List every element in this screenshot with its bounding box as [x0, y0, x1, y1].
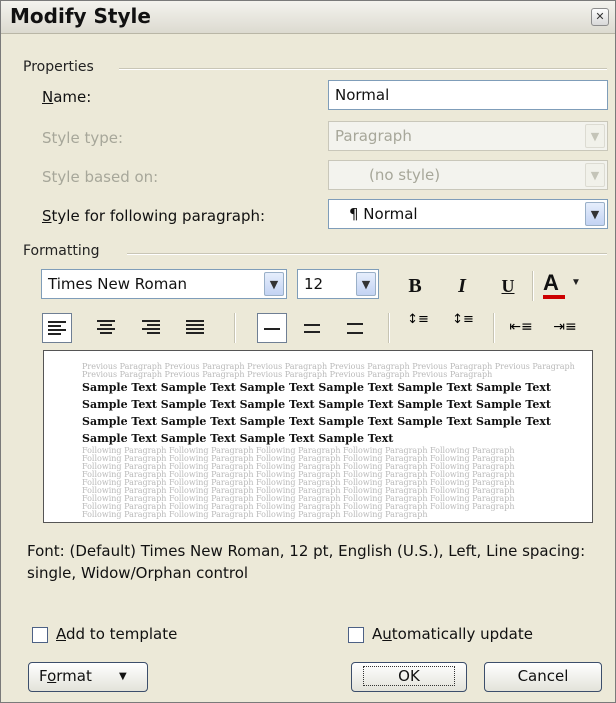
font-name-dropdown[interactable]: Times New Roman ▼: [41, 269, 287, 299]
close-icon[interactable]: ✕: [591, 8, 609, 26]
cancel-button[interactable]: Cancel: [484, 662, 602, 692]
title-bar: Modify Style ✕: [1, 1, 615, 34]
decrease-spacing-icon[interactable]: ↕≡: [448, 313, 478, 343]
font-color-button[interactable]: A ▼: [539, 269, 583, 299]
toolbar-separator: [234, 313, 236, 343]
sample-text-line: Sample Text Sample Text Sample Text Samp…: [82, 432, 394, 445]
formatting-group-label: Formatting: [23, 243, 100, 259]
name-label: Name:: [42, 88, 92, 106]
style-type-value: Paragraph: [335, 127, 412, 145]
chevron-down-icon: ▼: [585, 124, 605, 148]
auto-update-label: Automatically update: [372, 625, 533, 643]
format-button-label: Format: [39, 667, 92, 685]
name-field[interactable]: Normal: [328, 80, 608, 110]
properties-divider: [119, 68, 607, 70]
following-paragraph-label: Style for following paragraph:: [42, 207, 266, 225]
justify-button[interactable]: [181, 313, 211, 343]
based-on-label: Style based on:: [42, 168, 159, 186]
underline-button[interactable]: U: [493, 271, 523, 301]
chevron-down-icon: ▼: [585, 163, 605, 187]
auto-update-checkbox[interactable]: [348, 627, 364, 643]
chevron-down-icon: ▼: [571, 277, 581, 288]
sample-text-line: Sample Text Sample Text Sample Text Samp…: [82, 415, 551, 428]
font-size-dropdown[interactable]: 12 ▼: [297, 269, 379, 299]
align-left-button[interactable]: [42, 313, 72, 343]
increase-indent-icon[interactable]: ⇥≡: [550, 313, 580, 343]
add-to-template-label: Add to template: [56, 625, 178, 643]
ok-button-label: OK: [363, 666, 455, 686]
align-center-button[interactable]: [92, 313, 122, 343]
formatting-divider: [127, 253, 607, 255]
chevron-down-icon: ▼: [264, 272, 284, 296]
toolbar-separator: [388, 313, 390, 343]
add-to-template-checkbox[interactable]: [32, 627, 48, 643]
sample-text-line: Sample Text Sample Text Sample Text Samp…: [82, 398, 551, 411]
chevron-down-icon: ▼: [119, 671, 127, 682]
chevron-down-icon: ▼: [585, 202, 605, 226]
style-description: Font: (Default) Times New Roman, 12 pt, …: [27, 542, 586, 582]
italic-button[interactable]: I: [447, 271, 477, 301]
following-paragraph-value: ¶ Normal: [349, 205, 418, 223]
single-spacing-button[interactable]: [257, 313, 287, 343]
modify-style-dialog: Modify Style ✕ Properties Name: Normal S…: [0, 0, 616, 703]
one-half-spacing-button[interactable]: [298, 313, 328, 343]
chevron-down-icon: ▼: [356, 272, 376, 296]
based-on-value: (no style): [369, 166, 441, 184]
style-preview: Previous Paragraph Previous Paragraph Pr…: [43, 350, 593, 523]
decrease-indent-icon[interactable]: ⇤≡: [506, 313, 536, 343]
properties-group-label: Properties: [23, 59, 94, 75]
sample-text-line: Sample Text Sample Text Sample Text Samp…: [82, 381, 551, 394]
format-button[interactable]: Format ▼: [28, 662, 148, 692]
toolbar-separator: [493, 313, 495, 343]
style-type-dropdown[interactable]: Paragraph ▼: [328, 121, 608, 151]
bold-button[interactable]: B: [400, 271, 430, 301]
font-size-value: 12: [304, 275, 324, 293]
window-title: Modify Style: [10, 4, 151, 28]
following-paragraph-line: Following Paragraph Following Paragraph …: [82, 510, 428, 519]
ok-button[interactable]: OK: [351, 662, 467, 692]
style-type-label: Style type:: [42, 129, 124, 147]
align-right-button[interactable]: [137, 313, 167, 343]
toolbar-separator: [532, 271, 534, 301]
font-color-swatch: [543, 295, 565, 299]
font-name-value: Times New Roman: [48, 275, 188, 293]
increase-spacing-icon[interactable]: ↕≡: [403, 313, 433, 343]
following-paragraph-dropdown[interactable]: ¶ Normal ▼: [328, 199, 608, 229]
font-color-letter: A: [543, 270, 559, 295]
based-on-dropdown[interactable]: (no style) ▼: [328, 160, 608, 190]
double-spacing-button[interactable]: [341, 313, 371, 343]
previous-paragraph-line: Previous Paragraph Previous Paragraph Pr…: [82, 370, 493, 379]
